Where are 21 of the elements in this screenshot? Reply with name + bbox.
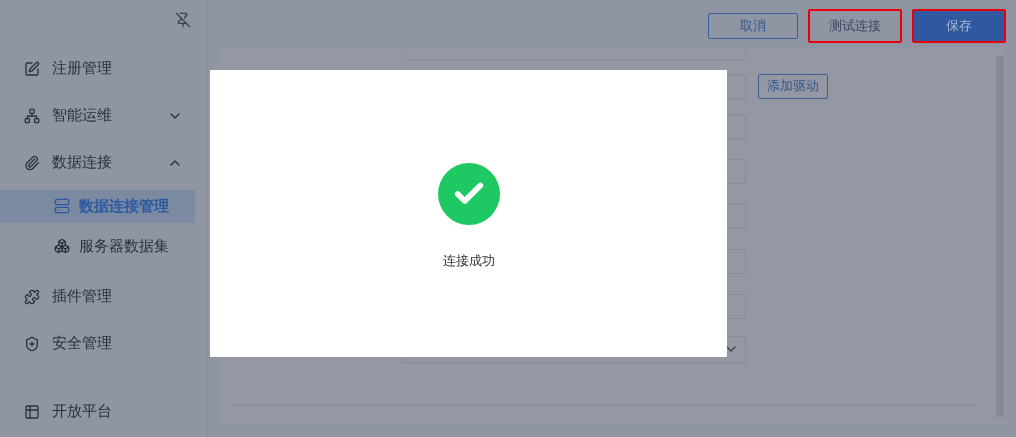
add-driver-button[interactable]: 添加驱动 bbox=[758, 73, 828, 99]
sidebar-item[interactable]: 插件管理 bbox=[0, 273, 207, 320]
sidebar-item[interactable]: 开放平台 bbox=[0, 388, 207, 435]
shield-plus-icon bbox=[24, 335, 40, 352]
toolbar-button[interactable]: 保存 bbox=[912, 9, 1006, 43]
unpin-icon[interactable] bbox=[175, 12, 191, 28]
network-icon bbox=[24, 107, 40, 124]
edit-icon bbox=[24, 60, 40, 77]
toolbar-button[interactable]: 测试连接 bbox=[808, 9, 902, 43]
dialog-message: 连接成功 bbox=[442, 252, 495, 270]
table-icon bbox=[24, 403, 40, 420]
boxes-icon bbox=[54, 238, 70, 254]
sidebar-item[interactable]: 数据连接 bbox=[0, 139, 207, 186]
sidebar-item[interactable]: 智能运维 bbox=[0, 92, 207, 139]
paperclip-icon bbox=[24, 154, 40, 171]
puzzle-icon bbox=[24, 288, 40, 305]
sidebar-item[interactable]: 注册管理 bbox=[0, 45, 207, 92]
sidebar-subitem[interactable]: 服务器数据集 bbox=[0, 229, 195, 263]
toolbar-button[interactable]: 取消 bbox=[708, 13, 798, 39]
sidebar-item[interactable]: 安全管理 bbox=[0, 320, 207, 367]
server-icon bbox=[54, 198, 70, 214]
